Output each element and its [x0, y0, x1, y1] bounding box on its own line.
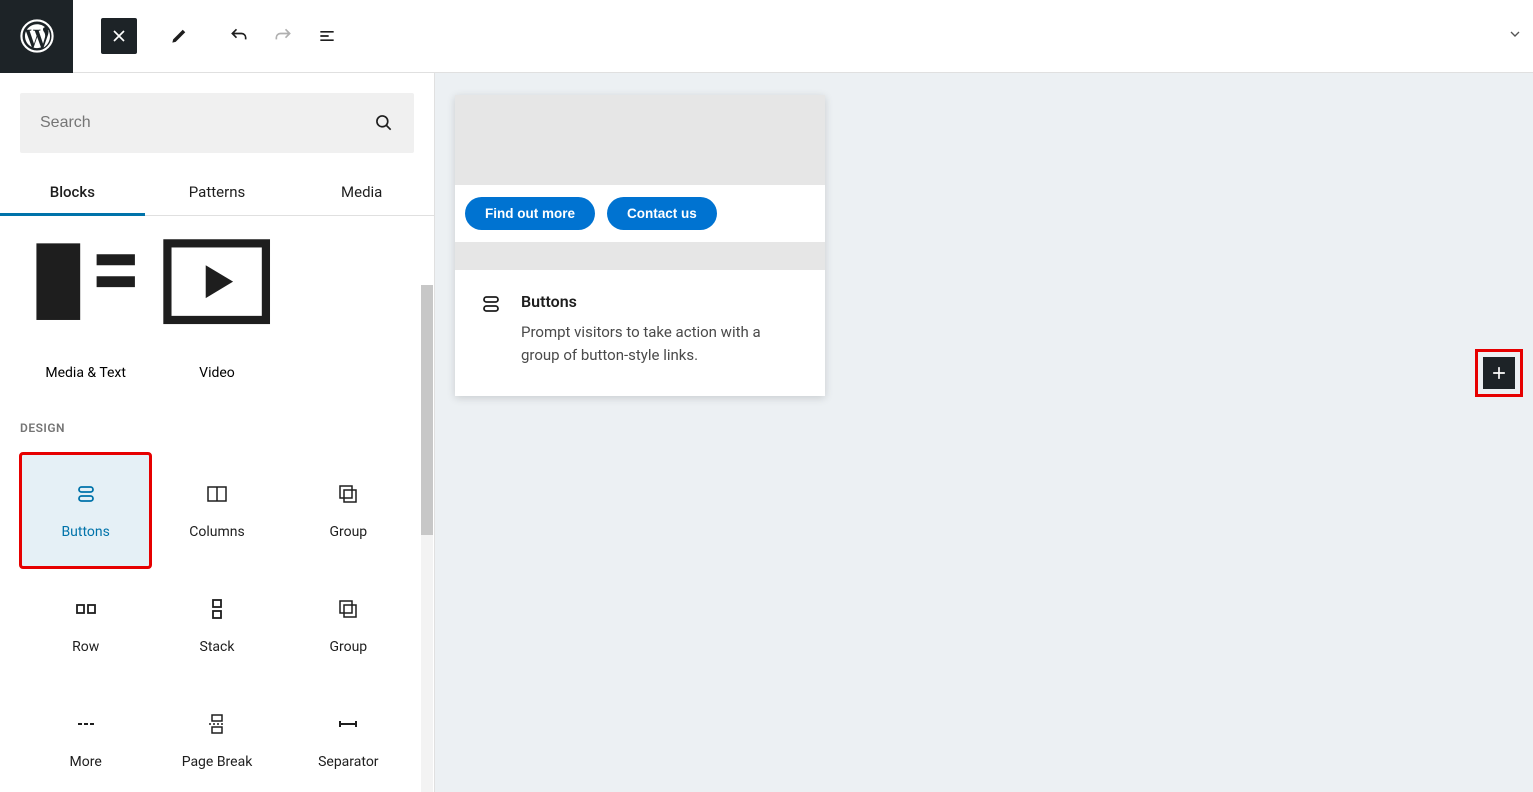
- block-label: Row: [72, 639, 99, 655]
- search-box: [20, 93, 414, 153]
- block-label: Group: [329, 639, 367, 655]
- editor-canvas: Find out more Contact us Buttons Prompt …: [435, 73, 1533, 792]
- block-item-row[interactable]: Row: [20, 568, 151, 683]
- block-item-stack[interactable]: Stack: [151, 568, 282, 683]
- block-item-group-1[interactable]: Group: [283, 453, 414, 568]
- group-icon: [336, 482, 360, 506]
- block-label: Buttons: [61, 524, 109, 540]
- preview-button-find-out-more: Find out more: [465, 197, 595, 230]
- undo-button[interactable]: [221, 18, 257, 54]
- block-label: Group: [329, 524, 367, 540]
- block-item-video[interactable]: Video: [151, 216, 282, 391]
- buttons-icon: [74, 482, 98, 506]
- stack-icon: [205, 597, 229, 621]
- tab-patterns[interactable]: Patterns: [145, 171, 290, 215]
- media-text-icon: [20, 216, 151, 347]
- block-label: Page Break: [182, 754, 253, 770]
- section-label-design: DESIGN: [20, 421, 414, 435]
- block-label: More: [70, 754, 102, 770]
- more-icon: [74, 712, 98, 736]
- pencil-icon: [169, 26, 189, 46]
- block-label: Separator: [318, 754, 378, 770]
- preview-description: Prompt visitors to take action with a gr…: [521, 321, 801, 368]
- block-preview-card: Find out more Contact us Buttons Prompt …: [455, 95, 825, 396]
- editor-toolbar: [73, 18, 1533, 54]
- edit-tool-button[interactable]: [161, 18, 197, 54]
- preview-placeholder-top: [455, 95, 825, 185]
- add-block-button[interactable]: [1483, 357, 1515, 389]
- main-content: Blocks Patterns Media Media & Text Video…: [0, 73, 1533, 792]
- redo-icon: [273, 26, 293, 46]
- redo-button[interactable]: [265, 18, 301, 54]
- columns-icon: [205, 482, 229, 506]
- preview-placeholder-gap: [455, 242, 825, 270]
- top-toolbar: [0, 0, 1533, 73]
- settings-caret[interactable]: [1507, 26, 1523, 46]
- preview-buttons-row: Find out more Contact us: [455, 185, 825, 242]
- search-input[interactable]: [40, 114, 374, 132]
- inserter-tabs: Blocks Patterns Media: [0, 171, 434, 215]
- block-inserter-sidebar: Blocks Patterns Media Media & Text Video…: [0, 73, 435, 792]
- page-break-icon: [205, 712, 229, 736]
- undo-icon: [229, 26, 249, 46]
- close-inserter-button[interactable]: [101, 18, 137, 54]
- buttons-icon: [479, 292, 503, 316]
- add-block-highlight: [1475, 349, 1523, 397]
- block-label: Video: [199, 365, 235, 381]
- tab-media[interactable]: Media: [289, 171, 434, 215]
- document-overview-button[interactable]: [309, 18, 345, 54]
- block-label: Media & Text: [45, 365, 126, 381]
- block-label: Stack: [200, 639, 235, 655]
- row-icon: [74, 597, 98, 621]
- block-item-columns[interactable]: Columns: [151, 453, 282, 568]
- block-item-media-text[interactable]: Media & Text: [20, 216, 151, 391]
- wordpress-icon: [20, 19, 54, 53]
- plus-icon: [1489, 363, 1509, 383]
- close-icon: [109, 26, 129, 46]
- block-item-group-2[interactable]: Group: [283, 568, 414, 683]
- separator-icon: [336, 712, 360, 736]
- preview-button-contact-us: Contact us: [607, 197, 717, 230]
- group-icon: [336, 597, 360, 621]
- block-item-more[interactable]: More: [20, 683, 151, 792]
- video-icon: [151, 216, 282, 347]
- block-item-page-break[interactable]: Page Break: [151, 683, 282, 792]
- wordpress-logo[interactable]: [0, 0, 73, 73]
- block-label: Columns: [189, 524, 244, 540]
- preview-title: Buttons: [521, 292, 801, 311]
- chevron-down-icon: [1507, 26, 1523, 42]
- blocks-list: Media & Text Video DESIGN Buttons Column…: [0, 216, 434, 792]
- block-item-separator[interactable]: Separator: [283, 683, 414, 792]
- list-icon: [317, 26, 337, 46]
- tab-blocks[interactable]: Blocks: [0, 171, 145, 215]
- block-item-buttons[interactable]: Buttons: [20, 453, 151, 568]
- preview-info: Buttons Prompt visitors to take action w…: [455, 270, 825, 396]
- search-icon: [374, 113, 394, 133]
